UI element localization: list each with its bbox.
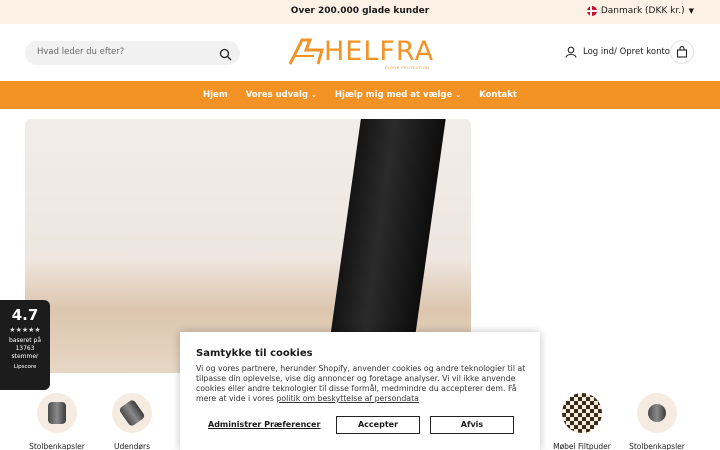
nav-item-vores-udvalg[interactable]: Vores udvalg ⌄ xyxy=(246,90,317,100)
account-label: Log ind/ Opret konto xyxy=(583,47,670,57)
star-icons: ★★★★★ xyxy=(9,326,41,334)
rating-brand: Lipscore xyxy=(13,364,37,370)
search-placeholder: Hvad leder du efter? xyxy=(37,47,125,57)
cart-button[interactable] xyxy=(670,40,694,64)
site-header: Hvad leder du efter? HELFRA FLOOR PROTEC… xyxy=(0,24,720,81)
chevron-down-icon: ⌄ xyxy=(455,91,462,99)
logo-text: HELFRA xyxy=(324,36,435,67)
user-icon xyxy=(565,46,577,58)
announcement-bar: Over 200.000 glade kunder Danmark (DKK k… xyxy=(0,0,720,24)
main-navigation: Hjem Vores udvalg ⌄ Hjælp mig med at vælg… xyxy=(0,81,720,109)
accept-button[interactable]: Accepter xyxy=(336,416,420,434)
category-thumbnail xyxy=(112,393,152,433)
language-label: Danmark (DKK kr.) xyxy=(600,6,685,16)
account-link[interactable]: Log ind/ Opret konto xyxy=(565,46,670,58)
search-icon[interactable] xyxy=(219,46,232,65)
category-thumbnail xyxy=(37,393,77,433)
privacy-policy-link[interactable]: politik om beskyttelse af persondata xyxy=(276,394,418,403)
category-item[interactable]: Stolbenkapsler xyxy=(22,393,92,450)
denmark-flag-icon xyxy=(586,6,597,16)
category-item[interactable]: Udendørs xyxy=(97,393,167,450)
rating-based-on: baseret på xyxy=(8,337,42,344)
rating-votes-label: stemmer xyxy=(11,353,39,360)
language-selector[interactable]: Danmark (DKK kr.) ▼ xyxy=(586,6,694,16)
category-thumbnail xyxy=(637,393,677,433)
cookie-title: Samtykke til cookies xyxy=(196,348,313,359)
rating-widget[interactable]: 4.7 ★★★★★ baseret på 13763 stemmer Lipsc… xyxy=(0,300,50,390)
chevron-down-icon: ▼ xyxy=(688,7,694,15)
nav-item-hjem[interactable]: Hjem xyxy=(203,90,228,100)
category-label: Udendørs xyxy=(114,442,150,450)
chevron-down-icon: ⌄ xyxy=(311,91,317,99)
search-input[interactable]: Hvad leder du efter? xyxy=(25,41,240,65)
rating-count: 13763 xyxy=(15,345,35,352)
shopping-bag-icon xyxy=(676,46,688,58)
category-label: Stolbenkapsler xyxy=(629,442,685,450)
manage-preferences-button[interactable]: Administrer Præferencer xyxy=(208,420,320,429)
cookie-consent-dialog: Samtykke til cookies Vi og vores partner… xyxy=(180,332,540,450)
category-item[interactable]: Møbel Filtpuder xyxy=(547,393,617,450)
logo-tagline: FLOOR PROTECTION xyxy=(385,66,430,70)
category-label: Møbel Filtpuder xyxy=(553,442,611,450)
logo[interactable]: HELFRA FLOOR PROTECTION xyxy=(288,36,433,72)
nav-item-hjaelp[interactable]: Hjælp mig med at vælge ⌄ xyxy=(335,90,461,100)
reject-button[interactable]: Afvis xyxy=(430,416,514,434)
cookie-body: Vi og vores partnere, herunder Shopify, … xyxy=(196,364,526,403)
category-item[interactable]: Stolbenkapsler xyxy=(622,393,692,450)
nav-item-kontakt[interactable]: Kontakt xyxy=(479,90,517,100)
logo-chair-icon xyxy=(288,38,324,65)
rating-score: 4.7 xyxy=(11,306,39,324)
category-label: Stolbenkapsler xyxy=(29,442,85,450)
category-thumbnail xyxy=(562,393,602,433)
